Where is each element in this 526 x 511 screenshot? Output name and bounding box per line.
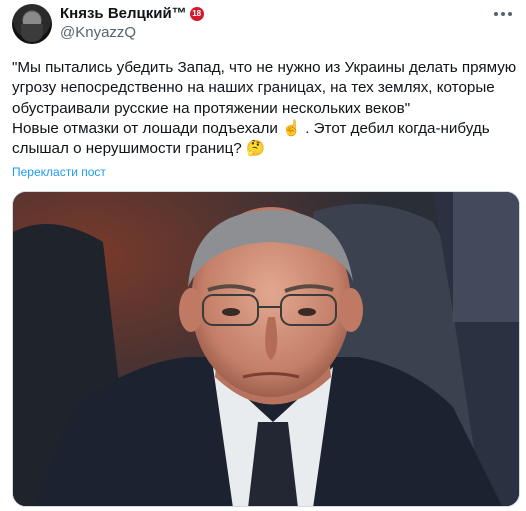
- author-handle[interactable]: @KnyazzQ: [60, 23, 204, 43]
- age-restriction-badge: 18: [189, 7, 204, 21]
- more-options-icon[interactable]: [494, 12, 512, 16]
- tweet-text: "Мы пытались убедить Запад, что не нужно…: [12, 58, 518, 159]
- author-avatar[interactable]: [12, 4, 52, 44]
- pointing-up-emoji: ☝️: [282, 119, 301, 137]
- tweet-media-photo[interactable]: [12, 191, 520, 507]
- author-name-row[interactable]: Князь Велцкий™ 18: [60, 5, 204, 23]
- photo-illustration: [13, 192, 519, 506]
- author-display-name[interactable]: Князь Велцкий™: [60, 5, 187, 23]
- translate-post-link[interactable]: Перекласти пост: [12, 165, 106, 179]
- thinking-face-emoji: 🤔: [245, 140, 265, 158]
- tweet-header: Князь Велцкий™ 18 @KnyazzQ: [60, 5, 204, 43]
